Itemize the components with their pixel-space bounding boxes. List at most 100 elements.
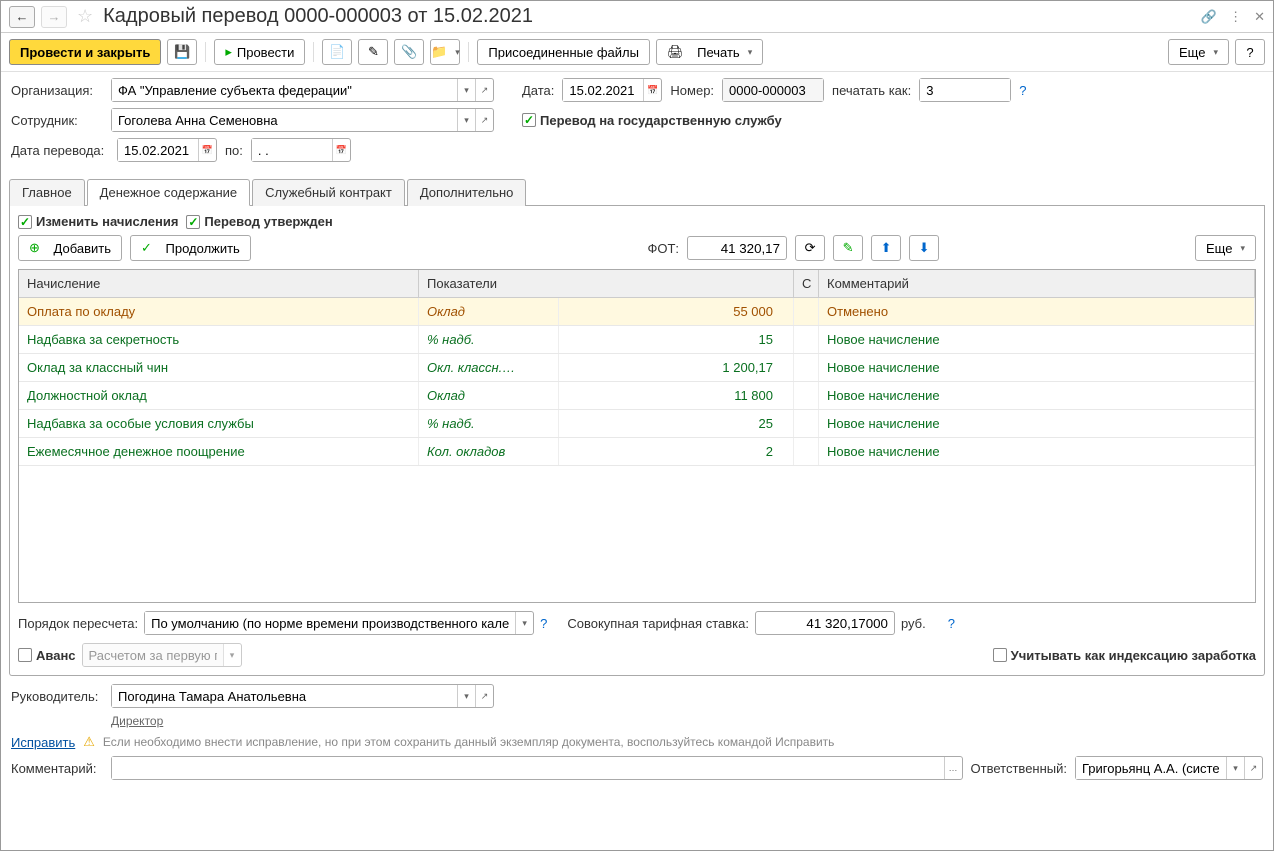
printas-box[interactable]	[919, 78, 1011, 102]
printas-input[interactable]	[920, 79, 1010, 101]
change-accruals-check[interactable]: Изменить начисления	[18, 214, 178, 229]
open-icon[interactable]: ↗	[475, 79, 493, 101]
date-label: Дата:	[522, 83, 554, 98]
fix-hint: Если необходимо внести исправление, но п…	[103, 735, 835, 749]
save-button[interactable]: 💾	[167, 39, 197, 65]
transfer-date-select[interactable]: 📅	[117, 138, 217, 162]
date-input[interactable]	[563, 79, 643, 101]
responsible-input[interactable]	[1076, 757, 1226, 779]
tab-contract[interactable]: Служебный контракт	[252, 179, 405, 206]
checkbox-icon	[18, 215, 32, 229]
attach-button[interactable]: 📎	[394, 39, 424, 65]
open-icon[interactable]: ↗	[475, 109, 493, 131]
ellipsis-icon[interactable]: …	[944, 757, 962, 779]
folder-icon: 📁	[431, 44, 447, 60]
refresh-button[interactable]: ⟳	[795, 235, 825, 261]
open-icon[interactable]: ↗	[475, 685, 493, 707]
transfer-date-input[interactable]	[118, 139, 198, 161]
nav-back-button[interactable]: ←	[9, 6, 35, 28]
manager-input[interactable]	[112, 685, 457, 707]
move-up-button[interactable]: ⬆	[871, 235, 901, 261]
cell-accrual: Оклад за классный чин	[19, 354, 419, 381]
cell-comment: Новое начисление	[819, 382, 1255, 409]
doc-icon: 📄	[329, 44, 345, 60]
employee-label: Сотрудник:	[11, 113, 103, 128]
create-based-button[interactable]: 📁▾	[430, 39, 460, 65]
nav-forward-button[interactable]: →	[41, 6, 67, 28]
calendar-icon[interactable]: 📅	[643, 79, 661, 101]
recalc-input[interactable]	[145, 612, 515, 634]
grid-header-comment[interactable]: Комментарий	[819, 270, 1255, 297]
calendar-icon[interactable]: 📅	[198, 139, 216, 161]
clip-icon: 📎	[401, 44, 417, 60]
recalc-select[interactable]: ▾	[144, 611, 534, 635]
attached-files-button[interactable]: Присоединенные файлы	[477, 39, 650, 65]
grid-header-indicators[interactable]: Показатели	[419, 270, 794, 297]
to-date-select[interactable]: 📅	[251, 138, 351, 162]
cell-value: 25	[559, 410, 794, 437]
cell-accrual: Надбавка за особые условия службы	[19, 410, 419, 437]
calendar-icon[interactable]: 📅	[332, 139, 350, 161]
continue-button[interactable]: ✓ Продолжить	[130, 235, 251, 261]
employee-select[interactable]: ▾ ↗	[111, 108, 494, 132]
help-button[interactable]: ?	[1235, 39, 1265, 65]
checkbox-icon	[18, 648, 32, 662]
table-row[interactable]: Ежемесячное денежное поощрениеКол. оклад…	[19, 438, 1255, 466]
table-row[interactable]: Надбавка за секретность% надб.15Новое на…	[19, 326, 1255, 354]
checkbox-icon	[186, 215, 200, 229]
table-row[interactable]: Оплата по окладуОклад55 000Отменено	[19, 298, 1255, 326]
favorite-icon[interactable]: ☆	[77, 6, 93, 27]
post-button[interactable]: ▸Провести	[214, 39, 305, 65]
to-date-input[interactable]	[252, 139, 332, 161]
link-icon[interactable]: 🔗	[1201, 9, 1217, 25]
gov-transfer-check[interactable]: Перевод на государственную службу	[522, 113, 782, 128]
table-row[interactable]: Оклад за классный чинОкл. классн.…1 200,…	[19, 354, 1255, 382]
table-row[interactable]: Должностной окладОклад11 800Новое начисл…	[19, 382, 1255, 410]
employee-input[interactable]	[112, 109, 457, 131]
save-icon: 💾	[174, 44, 190, 60]
org-select[interactable]: ▾ ↗	[111, 78, 494, 102]
fot-input[interactable]	[687, 236, 787, 260]
advance-check[interactable]: Аванс	[18, 648, 76, 663]
chevron-down-icon[interactable]: ▾	[457, 685, 475, 707]
manager-role-link[interactable]: Директор	[111, 714, 163, 728]
help-icon[interactable]: ?	[1019, 83, 1026, 98]
edit-button[interactable]: ✎	[833, 235, 863, 261]
chevron-down-icon[interactable]: ▾	[457, 79, 475, 101]
grid-header-accrual[interactable]: Начисление	[19, 270, 419, 297]
move-down-button[interactable]: ⬇	[909, 235, 939, 261]
transfer-approved-check[interactable]: Перевод утвержден	[186, 214, 332, 229]
tab-salary[interactable]: Денежное содержание	[87, 179, 250, 206]
close-icon[interactable]: ✕	[1254, 9, 1265, 25]
tab-additional[interactable]: Дополнительно	[407, 179, 527, 206]
manager-select[interactable]: ▾ ↗	[111, 684, 494, 708]
chevron-down-icon[interactable]: ▾	[457, 109, 475, 131]
print-button[interactable]: 🖨 Печать▾	[656, 39, 763, 65]
number-box[interactable]	[722, 78, 824, 102]
tab-main[interactable]: Главное	[9, 179, 85, 206]
grid-header-s[interactable]: С	[794, 270, 819, 297]
rate-input[interactable]	[755, 611, 895, 635]
responsible-select[interactable]: ▾ ↗	[1075, 756, 1263, 780]
comment-box[interactable]: …	[111, 756, 963, 780]
comment-input[interactable]	[112, 757, 944, 779]
add-button[interactable]: ⊕ Добавить	[18, 235, 122, 261]
doc-button[interactable]: 📄	[322, 39, 352, 65]
help-icon[interactable]: ?	[948, 616, 955, 631]
more-button[interactable]: Еще▾	[1168, 39, 1229, 65]
index-check[interactable]: Учитывать как индексацию заработка	[993, 648, 1256, 663]
chevron-down-icon[interactable]: ▾	[515, 612, 533, 634]
sign-button[interactable]: ✎	[358, 39, 388, 65]
cell-indicator: % надб.	[419, 410, 559, 437]
open-icon[interactable]: ↗	[1244, 757, 1262, 779]
date-select[interactable]: 📅	[562, 78, 662, 102]
table-row[interactable]: Надбавка за особые условия службы% надб.…	[19, 410, 1255, 438]
fix-link[interactable]: Исправить	[11, 735, 75, 750]
org-input[interactable]	[112, 79, 457, 101]
post-and-close-button[interactable]: Провести и закрыть	[9, 39, 161, 65]
cell-s	[794, 298, 819, 325]
grid-more-button[interactable]: Еще▾	[1195, 235, 1256, 261]
help-icon[interactable]: ?	[540, 616, 547, 631]
kebab-icon[interactable]: ⋮	[1229, 9, 1242, 25]
chevron-down-icon[interactable]: ▾	[1226, 757, 1244, 779]
